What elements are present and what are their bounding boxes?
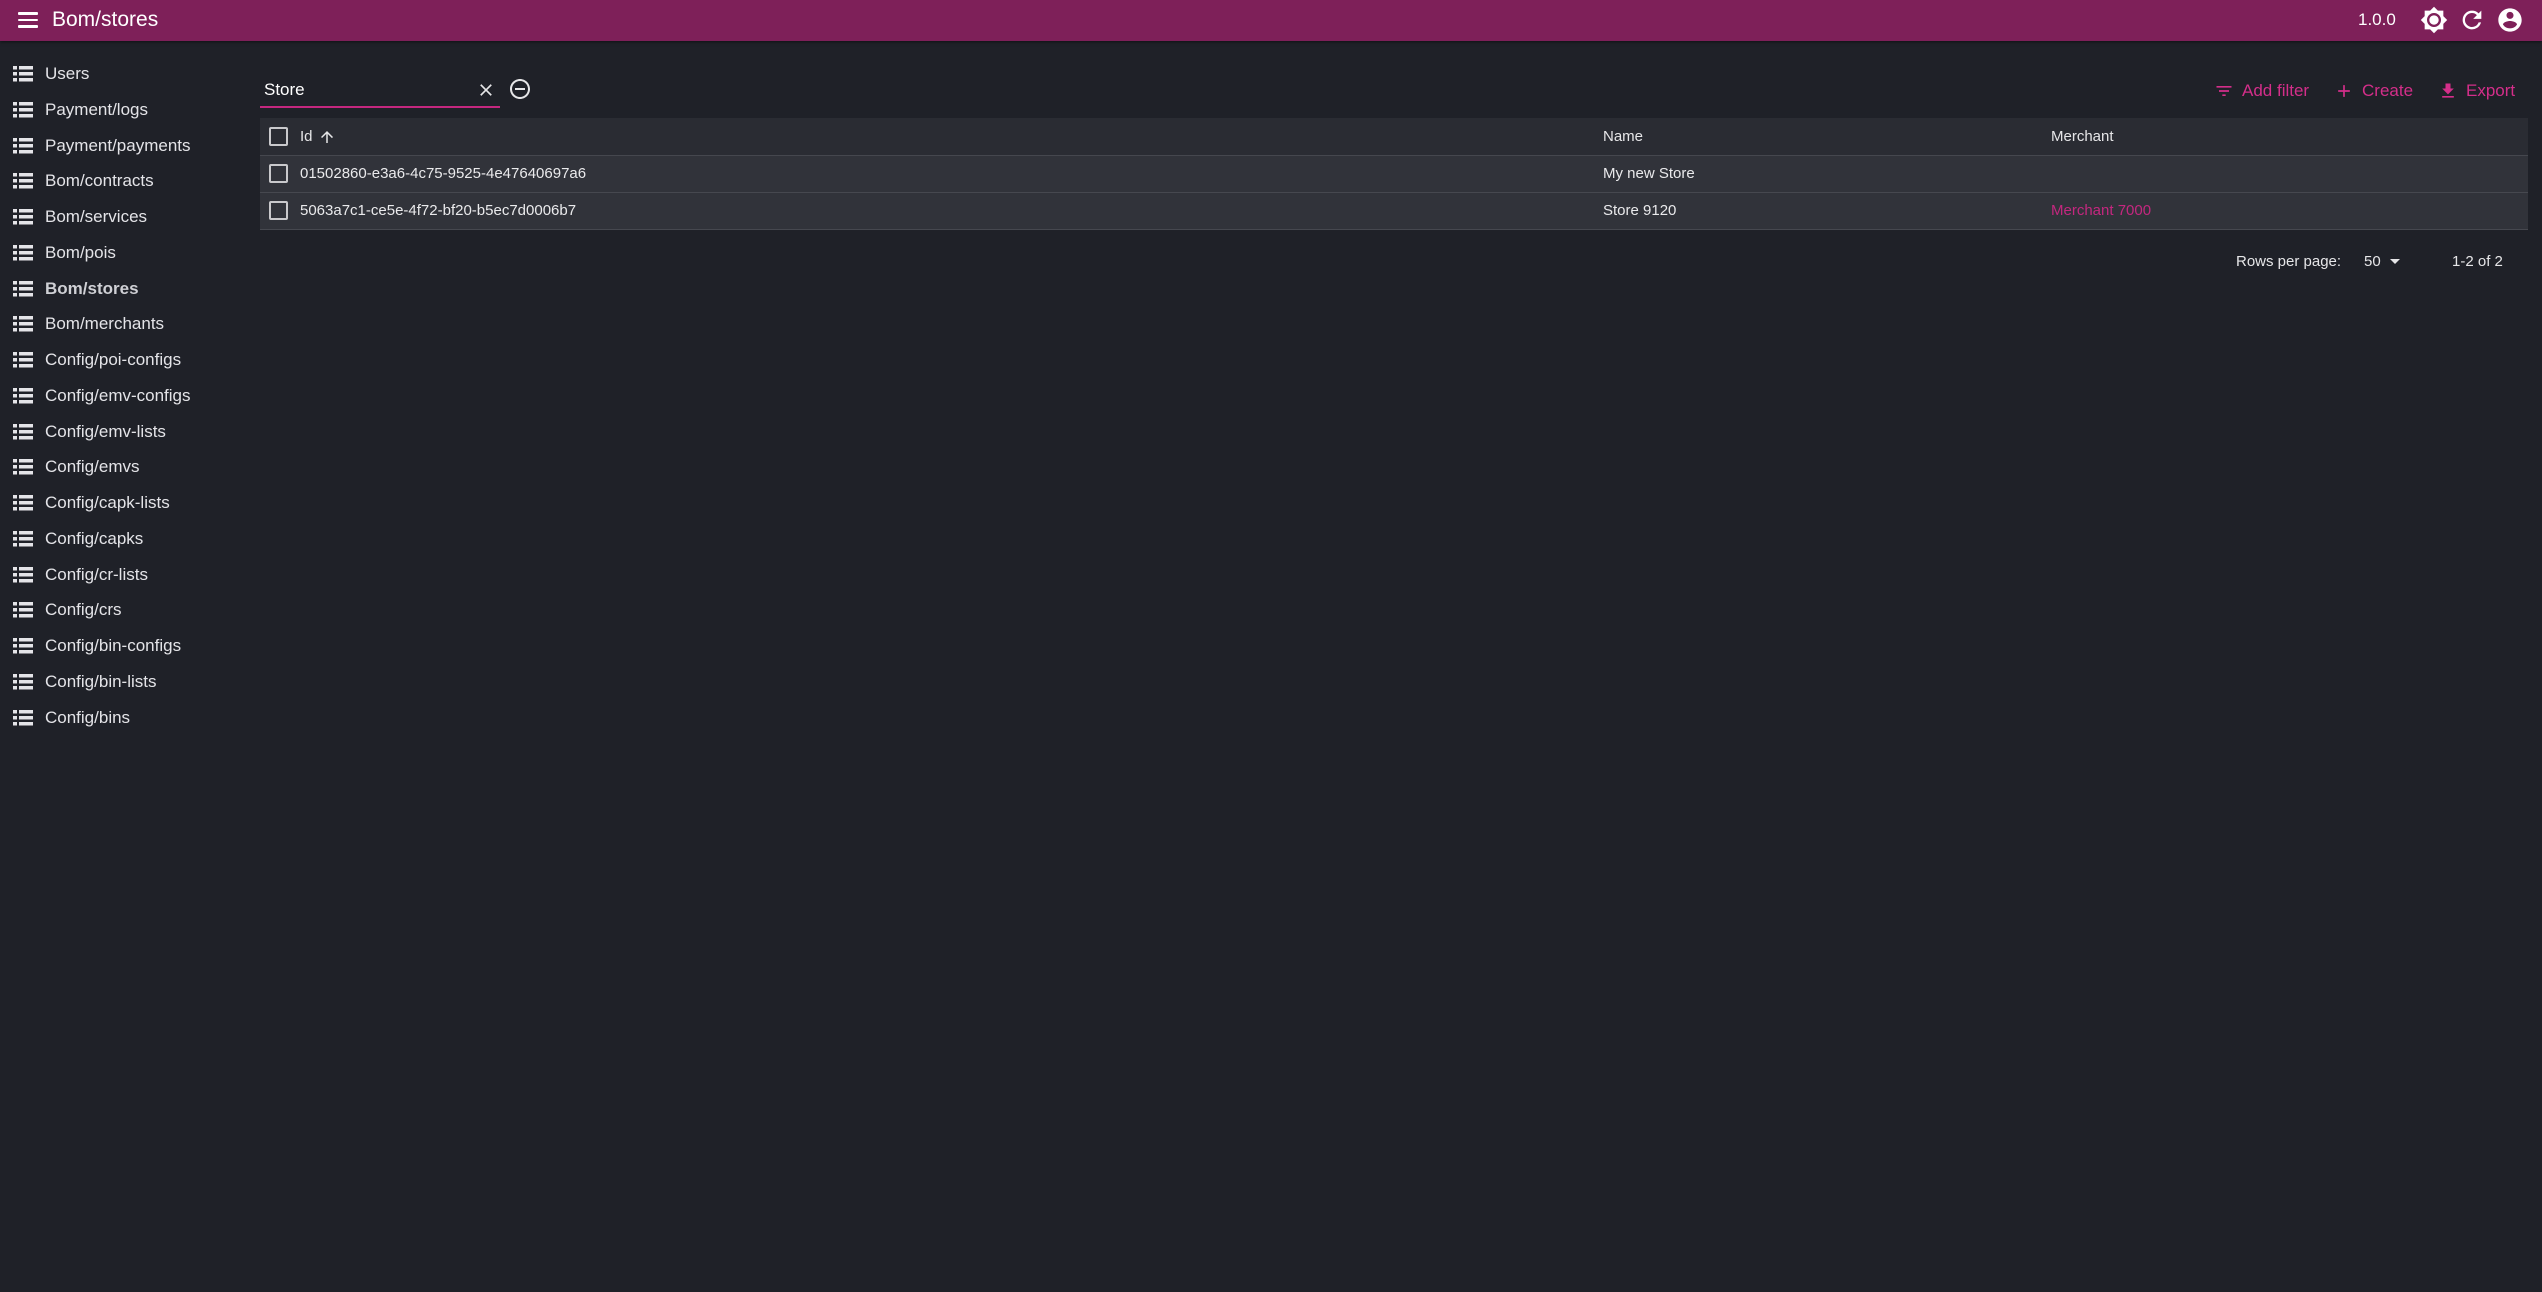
list-icon [13, 316, 33, 332]
sidebar-item-label: Config/poi-configs [45, 350, 182, 369]
list-icon [13, 244, 33, 261]
list-icon [13, 66, 33, 82]
sidebar-item-bom-contracts[interactable]: Bom/contracts [0, 165, 240, 197]
rows-per-page-select[interactable]: 50 [2364, 250, 2406, 274]
sidebar-item-config-bin-lists[interactable]: Config/bin-lists [0, 666, 240, 698]
pagination-range: 1-2 of 2 [2452, 253, 2503, 270]
sidebar-item-label: Bom/contracts [45, 171, 154, 191]
account-circle-icon[interactable] [2496, 6, 2524, 34]
sidebar-item-config-emv-configs[interactable]: Config/emv-configs [0, 380, 240, 412]
list-icon [13, 209, 33, 225]
sidebar-item-label: Bom/merchants [45, 314, 165, 334]
sidebar-item-label: Config/bin-configs [45, 636, 182, 655]
chevron-down-icon [2390, 259, 2400, 264]
rows-per-page-label: Rows per page: [2236, 253, 2342, 270]
sidebar-item-label: Bom/stores [45, 278, 139, 298]
list-icon [13, 495, 33, 511]
list-icon [13, 352, 33, 368]
plus-icon [2338, 85, 2350, 97]
sidebar-item-config-bins[interactable]: Config/bins [0, 702, 240, 734]
list-icon [13, 280, 33, 297]
sidebar-item-label: Config/crs [45, 600, 122, 620]
sidebar-item-config-capk-lists[interactable]: Config/capk-lists [0, 487, 240, 519]
rows-per-page-value: 50 [2364, 253, 2381, 270]
sidebar-item-label: Users [45, 64, 90, 83]
list-icon [13, 530, 33, 547]
column-header-id[interactable]: Id [300, 127, 313, 147]
list-icon [13, 423, 33, 440]
sidebar-item-config-emv-lists[interactable]: Config/emv-lists [0, 416, 240, 448]
column-header-merchant[interactable]: Merchant [2051, 127, 2114, 147]
filter-list-icon [2216, 86, 2232, 96]
list-icon [13, 673, 33, 690]
download-icon [2442, 83, 2454, 98]
search-input[interactable] [264, 78, 464, 102]
sort-ascending-icon[interactable] [318, 127, 336, 147]
app-version: 1.0.0 [2358, 10, 2396, 29]
list-icon [13, 638, 33, 654]
sidebar-item-label: Config/emv-lists [45, 421, 166, 441]
page-title: Bom/stores [52, 8, 159, 31]
sidebar-item-label: Payment/payments [45, 135, 191, 155]
cell-name: Store 9120 [1603, 202, 1677, 219]
create-label: Create [2362, 81, 2414, 100]
list-icon [13, 566, 33, 583]
table-header: Id Name Merchant [260, 118, 2528, 156]
menu-icon[interactable] [14, 8, 42, 32]
sidebar-item-bom-services[interactable]: Bom/services [0, 201, 240, 233]
sidebar-item-label: Config/cr-lists [45, 564, 148, 584]
list-icon [13, 137, 33, 154]
sidebar-item-users[interactable]: Users [0, 58, 240, 90]
sidebar-item-config-cr-lists[interactable]: Config/cr-lists [0, 559, 240, 591]
table-row[interactable]: 5063a7c1-ce5e-4f72-bf20-b5ec7d0006b7 Sto… [260, 193, 2528, 230]
cell-id: 01502860-e3a6-4c75-9525-4e47640697a6 [300, 165, 587, 182]
app-bar: Bom/stores 1.0.0 [0, 0, 2542, 41]
table-row[interactable]: 01502860-e3a6-4c75-9525-4e47640697a6 My … [260, 156, 2528, 193]
select-all-checkbox[interactable] [269, 127, 288, 146]
add-filter-button[interactable]: Add filter [2214, 78, 2309, 104]
export-button[interactable]: Export [2438, 78, 2515, 104]
sidebar-item-label: Bom/pois [45, 242, 116, 262]
sidebar-item-payment-logs[interactable]: Payment/logs [0, 94, 240, 126]
row-checkbox[interactable] [269, 201, 288, 220]
search-field [260, 72, 500, 108]
list-icon [13, 173, 33, 189]
sidebar-item-label: Bom/services [45, 207, 148, 226]
column-header-name[interactable]: Name [1603, 127, 1643, 147]
row-checkbox[interactable] [269, 164, 288, 183]
sidebar-item-payment-payments[interactable]: Payment/payments [0, 130, 240, 162]
sidebar-item-label: Config/capks [45, 528, 144, 548]
cell-merchant-link[interactable]: Merchant 7000 [2051, 201, 2151, 221]
sidebar-item-label: Config/emv-configs [45, 385, 191, 405]
sidebar-item-config-poi-configs[interactable]: Config/poi-configs [0, 344, 240, 376]
sidebar-item-label: Config/emvs [45, 457, 140, 477]
data-table: Id Name Merchant 01502860-e3a6-4c75-9525… [260, 118, 2528, 230]
list-icon [13, 387, 33, 404]
list-icon [13, 459, 33, 475]
sidebar-item-bom-stores[interactable]: Bom/stores [0, 273, 240, 305]
sidebar-item-label: Payment/logs [45, 99, 148, 119]
sidebar-item-bom-merchants[interactable]: Bom/merchants [0, 308, 240, 340]
export-label: Export [2466, 81, 2516, 100]
sidebar-item-config-crs[interactable]: Config/crs [0, 594, 240, 626]
clear-search-icon[interactable] [476, 80, 496, 100]
sidebar-item-label: Config/bins [45, 707, 131, 727]
remove-filter-icon[interactable] [508, 77, 532, 101]
create-button[interactable]: Create [2334, 78, 2413, 104]
sidebar-item-config-emvs[interactable]: Config/emvs [0, 451, 240, 483]
sidebar-item-config-capks[interactable]: Config/capks [0, 523, 240, 555]
sidebar: Users Payment/logs Payment/payments Bom/con… [0, 41, 250, 1292]
sidebar-item-label: Config/bin-lists [45, 671, 157, 691]
theme-toggle-icon[interactable] [2420, 6, 2448, 34]
cell-id: 5063a7c1-ce5e-4f72-bf20-b5ec7d0006b7 [300, 202, 577, 219]
sidebar-item-label: Config/capk-lists [45, 493, 170, 512]
cell-name: My new Store [1603, 165, 1695, 182]
sidebar-item-bom-pois[interactable]: Bom/pois [0, 237, 240, 269]
sidebar-item-config-bin-configs[interactable]: Config/bin-configs [0, 630, 240, 662]
add-filter-label: Add filter [2242, 81, 2310, 100]
list-icon [13, 602, 33, 618]
list-icon [13, 709, 33, 726]
list-icon [13, 101, 33, 118]
refresh-icon[interactable] [2458, 6, 2486, 34]
